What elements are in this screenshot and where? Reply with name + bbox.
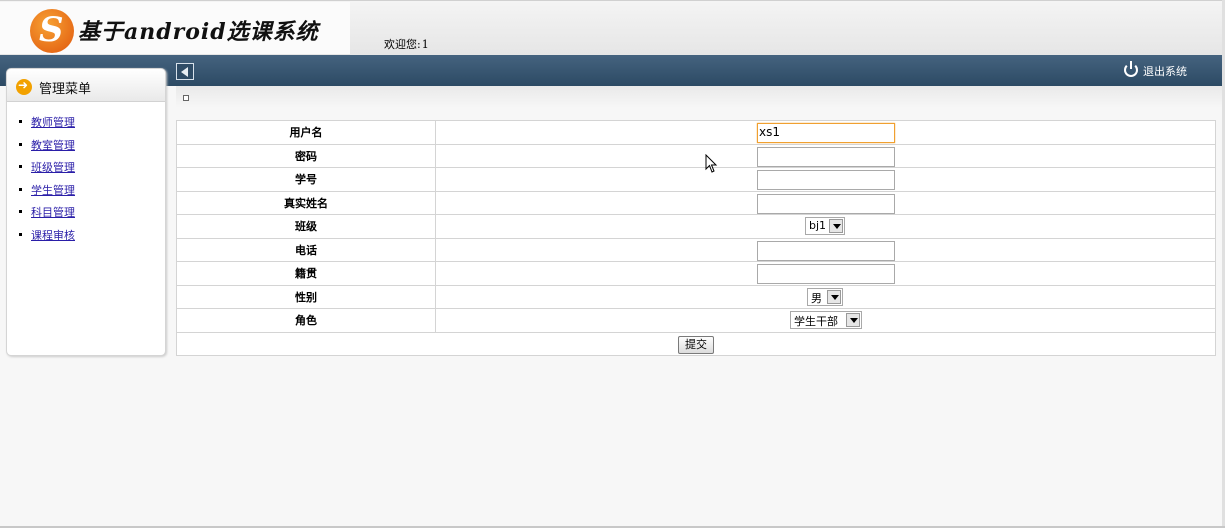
username-label: 用户名 (176, 120, 436, 145)
sidebar-menu: 教师管理 教室管理 班级管理 学生管理 科目管理 课程审核 (19, 114, 75, 249)
student-id-label: 学号 (176, 167, 436, 192)
username-input[interactable]: xs1 (757, 123, 895, 143)
gender-select-value: 男 (811, 291, 822, 305)
sidebar-header: 管理菜单 (7, 69, 165, 102)
sidebar-item: 学生管理 (19, 182, 75, 205)
chevron-down-icon (829, 219, 843, 233)
welcome-username: 1 (421, 38, 429, 51)
mouse-cursor-icon (705, 154, 718, 173)
logout-label: 退出系统 (1143, 65, 1187, 78)
real-name-input[interactable] (757, 193, 895, 214)
sidebar-item-classroom-management[interactable]: 教室管理 (31, 139, 75, 152)
chevron-down-icon (827, 289, 841, 304)
hometown-input[interactable] (757, 264, 895, 284)
welcome-text: 欢迎您:1 (384, 36, 429, 52)
submit-button[interactable]: 提交 (678, 335, 714, 354)
role-select[interactable]: 学生干部 (790, 311, 862, 329)
role-label: 角色 (176, 308, 436, 333)
power-icon (1124, 61, 1138, 77)
logo-icon: S (30, 9, 74, 53)
student-id-input[interactable] (757, 170, 895, 190)
sidebar-item: 教师管理 (19, 114, 75, 137)
sidebar-item-teacher-management[interactable]: 教师管理 (31, 116, 75, 129)
gender-select[interactable]: 男 (807, 287, 843, 306)
form-row: 性别 男 (176, 284, 1216, 309)
student-form: 用户名 xs1 密码 学号 真实姓名 班级 bj1 电话 籍贯 性别 男 角色 … (176, 120, 1216, 356)
welcome-label: 欢迎您: (384, 38, 421, 51)
form-row: 角色 学生干部 (176, 308, 1216, 333)
sidebar-title: 管理菜单 (39, 82, 92, 97)
hometown-label: 籍贯 (176, 261, 436, 286)
class-select[interactable]: bj1 (805, 217, 845, 235)
form-row: 密码 (176, 143, 1216, 168)
phone-input[interactable] (757, 240, 895, 261)
app-title: 基于android选课系统 (78, 19, 319, 45)
collapse-left-icon[interactable] (176, 63, 194, 80)
logo-area: S 基于android选课系统 (0, 2, 350, 54)
top-toolbar: 退出系统 (0, 55, 1225, 86)
sidebar-item: 教室管理 (19, 137, 75, 160)
sidebar-item-student-management[interactable]: 学生管理 (31, 184, 75, 197)
real-name-label: 真实姓名 (176, 190, 436, 215)
class-label: 班级 (176, 214, 436, 239)
sidebar-item-class-management[interactable]: 班级管理 (31, 161, 75, 174)
form-row: 籍贯 (176, 261, 1216, 286)
form-row: 电话 (176, 237, 1216, 262)
form-row: 真实姓名 (176, 190, 1216, 215)
sidebar-item: 班级管理 (19, 159, 75, 182)
form-row: 提交 (176, 331, 1216, 356)
content-subbar (176, 86, 1225, 108)
square-icon (183, 95, 189, 101)
gender-label: 性别 (176, 284, 436, 309)
form-row: 用户名 xs1 (176, 120, 1216, 145)
header: S 基于android选课系统 欢迎您:1 (0, 0, 1225, 55)
sidebar-item-course-review[interactable]: 课程审核 (31, 229, 75, 242)
password-input[interactable] (757, 146, 895, 167)
form-row: 学号 (176, 167, 1216, 192)
sidebar-item: 科目管理 (19, 204, 75, 227)
chevron-down-icon (846, 313, 860, 327)
password-label: 密码 (176, 143, 436, 168)
sidebar: 管理菜单 教师管理 教室管理 班级管理 学生管理 科目管理 课程审核 (6, 68, 166, 356)
sidebar-item: 课程审核 (19, 227, 75, 250)
form-row: 班级 bj1 (176, 214, 1216, 239)
phone-label: 电话 (176, 237, 436, 262)
sidebar-item-subject-management[interactable]: 科目管理 (31, 206, 75, 219)
logout-button[interactable]: 退出系统 (1124, 61, 1187, 79)
role-select-value: 学生干部 (794, 315, 838, 328)
arrow-right-circle-icon (16, 78, 32, 95)
class-select-value: bj1 (809, 219, 827, 232)
